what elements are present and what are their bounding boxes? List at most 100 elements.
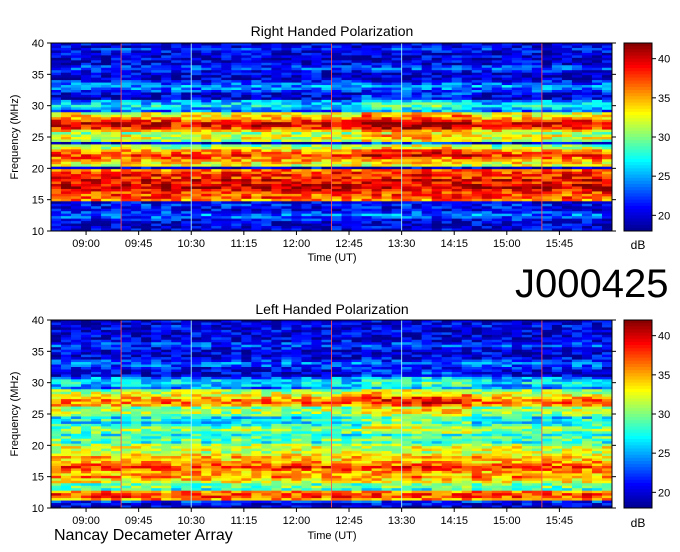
heatmap-cell [421,206,433,210]
heatmap-cell [361,159,372,163]
heatmap-cell [131,109,142,113]
heatmap-cell [301,112,312,116]
heatmap-cell [491,322,503,326]
heatmap-cell [261,127,272,130]
heatmap-cell [411,144,423,148]
heatmap-cell [91,57,102,61]
heatmap-cell [521,327,533,331]
heatmap-cell [211,94,222,98]
heatmap-cell [201,156,212,160]
heatmap-cell [111,206,122,210]
heatmap-cell [271,104,282,108]
heatmap-cell [531,151,543,155]
heatmap-cell [411,45,423,49]
heatmap-cell [201,188,212,192]
heatmap-cell [381,97,393,101]
heatmap-cell [221,52,232,56]
heatmap-cell [181,176,192,180]
heatmap-cell [411,176,423,180]
heatmap-cell [401,166,413,170]
heatmap-cell [181,124,192,128]
heatmap-cell [421,55,433,59]
heatmap-cell [261,97,272,101]
heatmap-cell [281,176,292,180]
heatmap-cell [321,65,332,69]
heatmap-cell [161,52,172,56]
heatmap-cell [391,337,403,341]
heatmap-cell [431,60,443,64]
heatmap-cell [561,159,573,163]
heatmap-cell [371,97,382,101]
heatmap-cell [381,193,393,197]
heatmap-cell [51,132,62,135]
heatmap-cell [431,132,443,135]
heatmap-cell [391,188,403,192]
heatmap-cell [361,60,372,64]
heatmap-cell [201,80,212,83]
heatmap-cell [411,134,423,138]
heatmap-cell [351,97,362,101]
heatmap-cell [171,196,182,200]
heatmap-cell [131,104,142,108]
heatmap-cell [91,60,102,64]
heatmap-cell [141,213,152,217]
heatmap-cell [201,57,212,61]
heatmap-cell [401,45,413,49]
heatmap-cell [341,72,352,76]
heatmap-cell [371,188,382,192]
heatmap-cell [581,179,593,182]
heatmap-cell [201,67,212,71]
heatmap-cell [601,221,613,224]
heatmap-cell [171,334,182,338]
heatmap-cell [271,218,282,222]
heatmap-cell [251,97,262,101]
heatmap-cell [371,184,382,187]
heatmap-cell [121,47,132,51]
heatmap-cell [241,57,252,61]
heatmap-cell [181,45,192,49]
heatmap-cell [481,216,493,220]
heatmap-cell [591,65,603,69]
heatmap-cell [271,193,282,197]
heatmap-cell [431,193,443,197]
heatmap-cell [181,151,192,155]
heatmap-cell [501,176,513,180]
heatmap-cell [111,342,122,346]
heatmap-cell [201,75,212,79]
heatmap-cell [571,124,583,128]
heatmap-cell [341,57,352,61]
heatmap-cell [251,322,262,326]
heatmap-cell [261,324,272,328]
heatmap-cell [521,47,533,51]
heatmap-cell [421,99,433,103]
heatmap-cell [531,114,543,118]
heatmap-cell [561,184,573,187]
heatmap-cell [281,213,292,217]
heatmap-cell [251,206,262,210]
heatmap-cell [161,169,172,173]
heatmap-cell [501,124,513,128]
heatmap-cell [391,77,403,81]
heatmap-cell [161,344,172,348]
colorbar-segment [624,118,652,122]
heatmap-cell [481,188,493,192]
heatmap-cell [151,211,162,215]
heatmap-cell [561,57,573,61]
heatmap-cell [571,92,583,96]
heatmap-cell [161,193,172,197]
colorbar-segment [624,190,652,194]
heatmap-cell [61,324,72,328]
heatmap-cell [61,218,72,222]
heatmap-cell [411,151,423,155]
heatmap-cell [71,50,82,54]
heatmap-cell [151,329,162,333]
heatmap-cell [441,47,453,51]
heatmap-cell [311,57,322,61]
heatmap-cell [361,124,372,128]
heatmap-cell [311,208,322,212]
heatmap-cell [481,99,493,103]
heatmap-cell [101,144,112,148]
heatmap-cell [221,99,232,103]
heatmap-cell [481,332,493,336]
heatmap-cell [471,184,483,187]
